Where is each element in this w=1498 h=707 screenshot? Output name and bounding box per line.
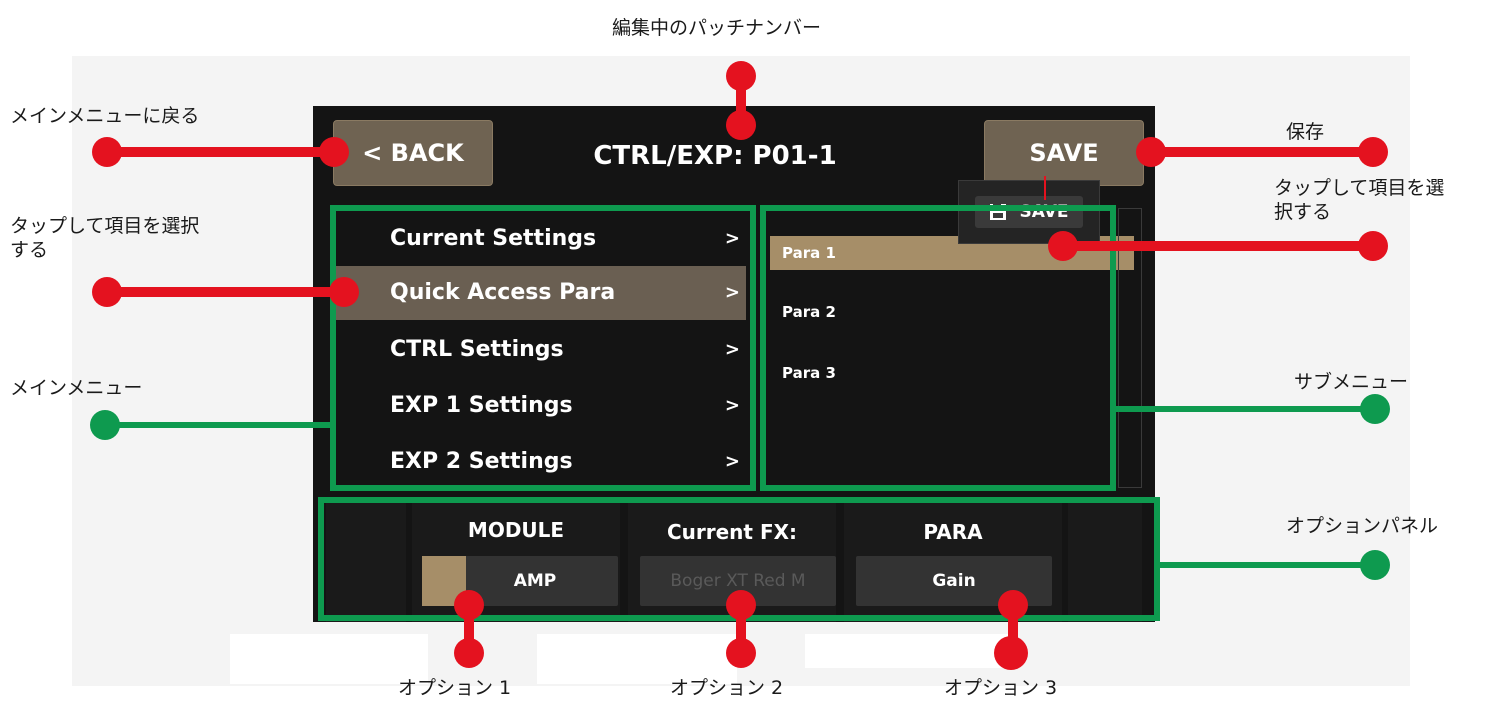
callout-dot xyxy=(1358,231,1388,261)
annotation-option-1: オプション 1 xyxy=(398,677,512,699)
patch-title: CTRL/EXP: P01-1 xyxy=(593,141,837,171)
callout-dot xyxy=(454,638,484,668)
callout-line xyxy=(1158,562,1376,568)
callout-line xyxy=(106,147,334,157)
callout-line xyxy=(104,422,332,428)
annotation-sub-menu: サブメニュー xyxy=(1294,371,1409,393)
annotation-back: メインメニューに戻る xyxy=(10,105,200,127)
annotation-tap-select-right: タップして項目を選 択する xyxy=(1274,177,1445,223)
callout-dot xyxy=(1136,137,1166,167)
main-menu-frame xyxy=(330,205,756,491)
callout-dot xyxy=(319,137,349,167)
annotation-main-menu: メインメニュー xyxy=(10,377,143,399)
callout-dot xyxy=(454,590,484,620)
callout-line xyxy=(1062,241,1374,251)
callout-line xyxy=(1114,406,1376,412)
annotation-save: 保存 xyxy=(1286,121,1325,143)
callout-dot xyxy=(90,410,120,440)
annotation-option-2: オプション 2 xyxy=(670,677,784,699)
callout-dot xyxy=(1358,137,1388,167)
annotation-patch-number: 編集中のパッチナンバー xyxy=(612,17,822,39)
callout-dot xyxy=(1360,550,1390,580)
callout-dot xyxy=(726,638,756,668)
callout-dot xyxy=(998,590,1028,620)
callout-dot xyxy=(329,277,359,307)
callout-dot xyxy=(1360,394,1390,424)
callout-line xyxy=(106,287,344,297)
callout-dot xyxy=(92,277,122,307)
annotation-option-panel: オプションパネル xyxy=(1286,515,1439,537)
callout-dot xyxy=(92,137,122,167)
save-button[interactable]: SAVE xyxy=(984,120,1144,186)
callout-dot xyxy=(726,61,756,91)
label-backdrop xyxy=(805,634,1015,668)
callout-dot xyxy=(726,590,756,620)
callout-line xyxy=(1044,176,1046,200)
back-button[interactable]: < BACK xyxy=(333,120,493,186)
annotation-tap-select-left: タップして項目を選択 する xyxy=(10,215,200,261)
callout-dot xyxy=(726,110,756,140)
annotation-option-3: オプション 3 xyxy=(944,677,1058,699)
callout-line xyxy=(1142,147,1374,157)
callout-dot xyxy=(1048,231,1078,261)
callout-dot xyxy=(994,636,1028,670)
